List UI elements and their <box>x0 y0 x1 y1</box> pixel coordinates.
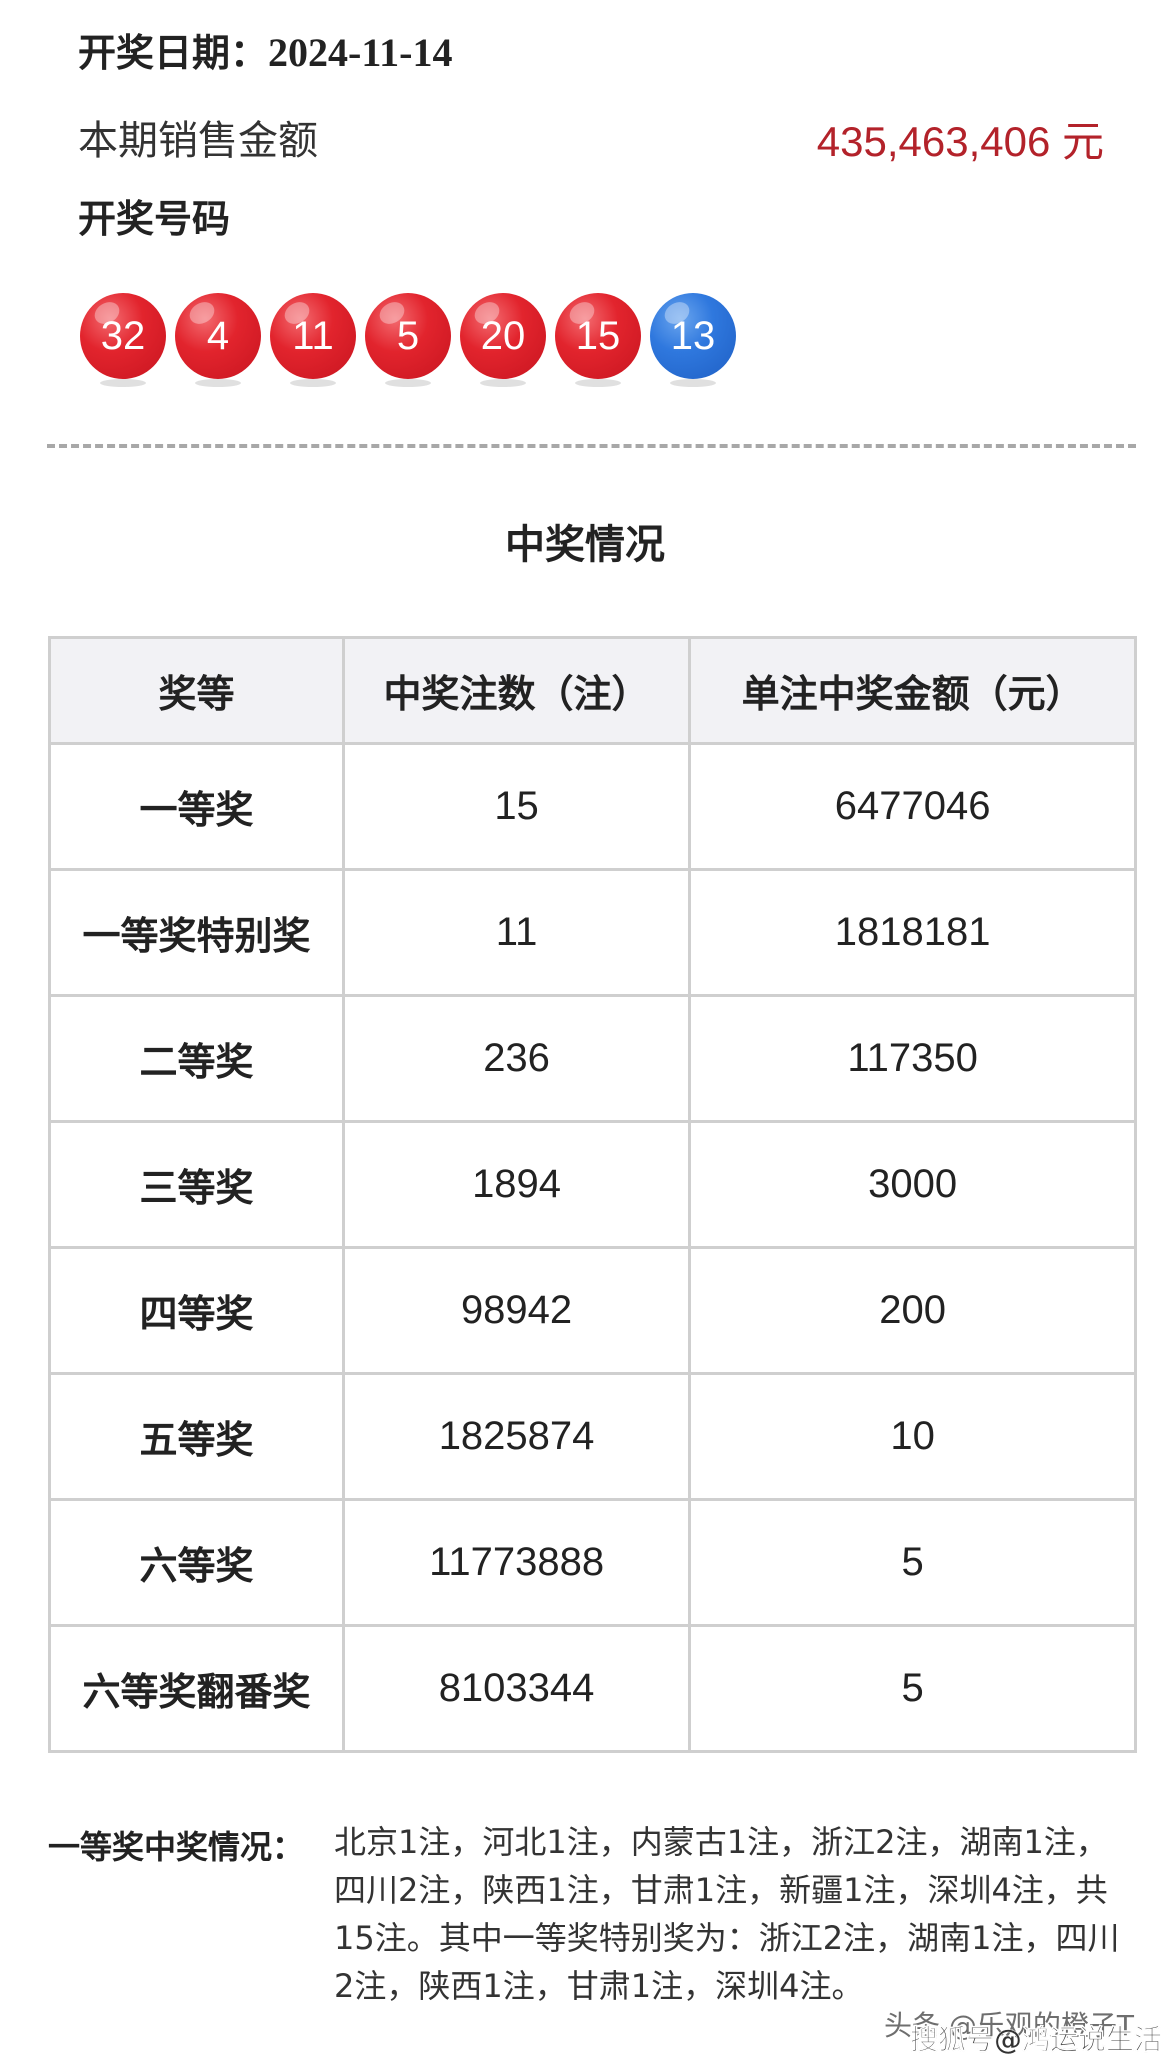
grade-cell: 一等奖特别奖 <box>48 868 345 997</box>
column-header-count: 中奖注数（注） <box>341 636 692 745</box>
count-cell: 1825874 <box>341 1372 692 1501</box>
sales-label: 本期销售金额 <box>78 118 318 164</box>
front-ball: 20 <box>460 293 546 387</box>
amount-cell: 6477046 <box>688 742 1137 871</box>
count-cell: 1894 <box>341 1120 692 1249</box>
draw-date: 开奖日期：2024-11-14 <box>78 22 452 77</box>
ball-number: 5 <box>396 313 420 358</box>
table-row: 一等奖 15 6477046 <box>48 742 1137 871</box>
count-cell: 11773888 <box>341 1498 692 1627</box>
table-row: 一等奖特别奖 11 1818181 <box>48 868 1137 997</box>
count-cell: 15 <box>341 742 692 871</box>
watermark-sohu: 搜狐号@鸿运说生活 <box>909 2023 1163 2057</box>
front-ball: 11 <box>270 293 356 387</box>
prize-table: 奖等 中奖注数（注） 单注中奖金额（元） 一等奖 15 6477046 一等奖特… <box>48 636 1137 1753</box>
count-cell: 8103344 <box>341 1624 692 1753</box>
table-row: 六等奖翻番奖 8103344 5 <box>48 1624 1137 1753</box>
column-header-grade: 奖等 <box>48 636 345 745</box>
table-row: 四等奖 98942 200 <box>48 1246 1137 1375</box>
grade-cell: 六等奖翻番奖 <box>48 1624 345 1753</box>
first-prize-distribution-label: 一等奖中奖情况： <box>48 1828 305 1866</box>
sales-value: 435,463,406 元 <box>816 118 1104 165</box>
front-ball: 32 <box>80 293 166 387</box>
grade-cell: 三等奖 <box>48 1120 345 1249</box>
amount-cell: 5 <box>688 1498 1137 1627</box>
winning-numbers-label: 开奖号码 <box>78 197 231 241</box>
grade-cell: 四等奖 <box>48 1246 345 1375</box>
amount-cell: 1818181 <box>688 868 1137 997</box>
ball-number: 4 <box>206 313 230 358</box>
draw-date-label: 开奖日期： <box>78 31 269 75</box>
grade-cell: 五等奖 <box>48 1372 345 1501</box>
winning-numbers: 32 4 11 5 20 15 13 <box>80 293 736 387</box>
dashed-divider <box>47 444 1136 448</box>
watermark: 头条 @乐观的橙子T 搜狐号@鸿运说生活 <box>884 2009 1163 2058</box>
table-row: 五等奖 1825874 10 <box>48 1372 1137 1501</box>
front-ball: 15 <box>555 293 641 387</box>
amount-cell: 5 <box>688 1624 1137 1753</box>
back-ball: 13 <box>650 293 736 387</box>
front-ball: 5 <box>365 293 451 387</box>
draw-date-value: 2024-11-14 <box>268 30 453 75</box>
column-header-amount: 单注中奖金额（元） <box>688 636 1137 745</box>
table-row: 三等奖 1894 3000 <box>48 1120 1137 1249</box>
prize-section-title: 中奖情况 <box>505 522 665 568</box>
count-cell: 98942 <box>341 1246 692 1375</box>
amount-cell: 3000 <box>688 1120 1137 1249</box>
table-header-row: 奖等 中奖注数（注） 单注中奖金额（元） <box>48 636 1137 745</box>
amount-cell: 10 <box>688 1372 1137 1501</box>
table-row: 二等奖 236 117350 <box>48 994 1137 1123</box>
front-ball: 4 <box>175 293 261 387</box>
amount-cell: 200 <box>688 1246 1137 1375</box>
count-cell: 11 <box>341 868 692 997</box>
first-prize-distribution-text: 北京1注，河北1注，内蒙古1注，浙江2注，湖南1注，四川2注，陕西1注，甘肃1注… <box>334 1823 1120 2005</box>
grade-cell: 二等奖 <box>48 994 345 1123</box>
table-row: 六等奖 11773888 5 <box>48 1498 1137 1627</box>
grade-cell: 六等奖 <box>48 1498 345 1627</box>
grade-cell: 一等奖 <box>48 742 345 871</box>
count-cell: 236 <box>341 994 692 1123</box>
amount-cell: 117350 <box>688 994 1137 1123</box>
